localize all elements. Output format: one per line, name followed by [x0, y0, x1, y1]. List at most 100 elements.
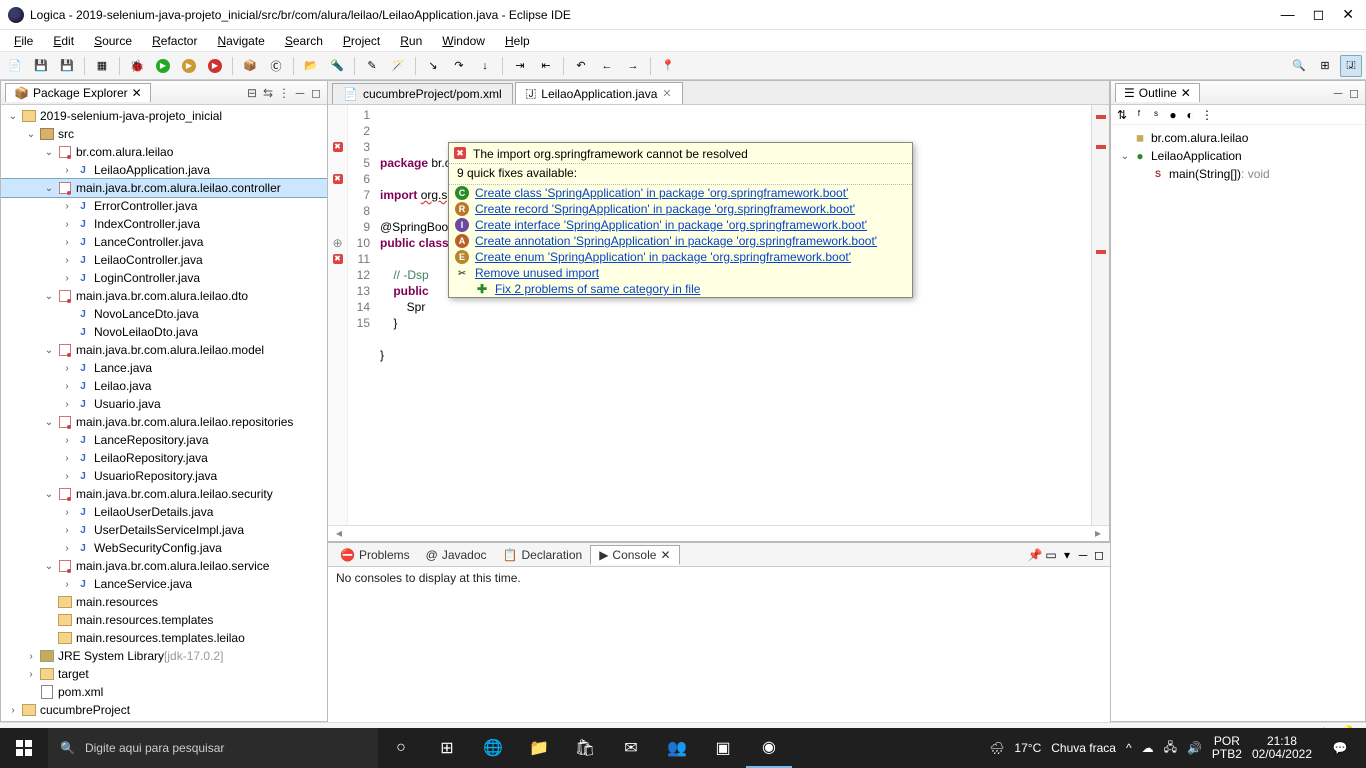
back-button[interactable]: ←	[596, 55, 618, 77]
menu-file[interactable]: File	[4, 32, 43, 50]
tree-item[interactable]: ›UserDetailsServiceImpl.java	[1, 521, 327, 539]
twist-icon[interactable]: ›	[59, 399, 75, 410]
minimize-button[interactable]: —	[1281, 6, 1295, 23]
tree-item[interactable]: ›target	[1, 665, 327, 683]
fwd-button[interactable]: →	[622, 55, 644, 77]
tree-item[interactable]: NovoLanceDto.java	[1, 305, 327, 323]
view-menu-icon[interactable]: ⋮	[277, 86, 291, 100]
new-button[interactable]: 📄	[4, 55, 26, 77]
link-editor-icon[interactable]: ⇆	[261, 86, 275, 100]
menu-project[interactable]: Project	[333, 32, 390, 50]
tray-chevron-icon[interactable]: ^	[1126, 741, 1132, 755]
tree-item[interactable]: ⌄src	[1, 125, 327, 143]
tree-item[interactable]: ›LanceService.java	[1, 575, 327, 593]
quickfix-item[interactable]: ECreate enum 'SpringApplication' in pack…	[449, 249, 912, 265]
tree-item[interactable]: pom.xml	[1, 683, 327, 701]
close-icon[interactable]: ✕	[662, 87, 671, 100]
cortana-icon[interactable]: ○	[378, 728, 424, 768]
maximize-view-icon[interactable]: ◻	[309, 86, 323, 100]
twist-icon[interactable]: ›	[59, 435, 75, 446]
twist-icon[interactable]: ⌄	[41, 561, 57, 572]
next-ann-button[interactable]: ⇥	[509, 55, 531, 77]
outline-item[interactable]: ⌄ LeilaoApplication	[1113, 147, 1363, 165]
filter-fields-icon[interactable]: ᶠ	[1132, 108, 1146, 122]
tree-item[interactable]: ›LeilaoApplication.java	[1, 161, 327, 179]
fold-icon[interactable]: ⊕	[332, 236, 342, 250]
package-tree[interactable]: ⌄2019-selenium-java-projeto_inicial⌄src⌄…	[1, 105, 327, 721]
open-console-icon[interactable]: ▾	[1060, 548, 1074, 562]
editor-tab[interactable]: 📄cucumbreProject/pom.xml	[332, 83, 513, 104]
twist-icon[interactable]: ›	[59, 165, 75, 176]
tree-item[interactable]: main.resources	[1, 593, 327, 611]
max-outline-icon[interactable]: ◻	[1347, 86, 1361, 100]
twist-icon[interactable]: ›	[59, 525, 75, 536]
teams-icon[interactable]: 👥	[654, 728, 700, 768]
max-console-icon[interactable]: ◻	[1092, 548, 1106, 562]
twist-icon[interactable]: ›	[59, 219, 75, 230]
tree-item[interactable]: main.resources.templates.leilao	[1, 629, 327, 647]
clock[interactable]: 21:18 02/04/2022	[1252, 735, 1312, 761]
prev-ann-button[interactable]: ⇤	[535, 55, 557, 77]
error-marker-icon[interactable]: ✖	[333, 174, 343, 184]
mail-icon[interactable]: ✉	[608, 728, 654, 768]
menu-window[interactable]: Window	[432, 32, 495, 50]
outline-item[interactable]: br.com.alura.leilao	[1113, 129, 1363, 147]
filter-local-icon[interactable]: ◐	[1183, 108, 1197, 122]
editor-tab[interactable]: 🇯LeilaoApplication.java✕	[515, 82, 683, 104]
tree-item[interactable]: ⌄main.java.br.com.alura.leilao.model	[1, 341, 327, 359]
outline-menu-icon[interactable]: ⋮	[1200, 108, 1214, 122]
tree-item[interactable]: ⌄main.java.br.com.alura.leilao.dto	[1, 287, 327, 305]
step-button[interactable]: ↘	[422, 55, 444, 77]
tree-item[interactable]: ›JRE System Library [jdk-17.0.2]	[1, 647, 327, 665]
save-button[interactable]: 💾	[30, 55, 52, 77]
min-console-icon[interactable]: ─	[1076, 548, 1090, 562]
start-button[interactable]	[0, 728, 48, 768]
package-explorer-tab[interactable]: 📦 Package Explorer ✕	[5, 83, 151, 102]
close-icon[interactable]: ✕	[1181, 86, 1191, 100]
quickfix-item[interactable]: ACreate annotation 'SpringApplication' i…	[449, 233, 912, 249]
quickfix-item[interactable]: CCreate class 'SpringApplication' in pac…	[449, 185, 912, 201]
menu-run[interactable]: Run	[390, 32, 432, 50]
coverage-button[interactable]: ▶	[178, 55, 200, 77]
network-icon[interactable]: 🖧	[1164, 738, 1177, 759]
close-button[interactable]: ✕	[1342, 6, 1354, 23]
volume-icon[interactable]: 🔊	[1187, 741, 1202, 755]
tree-item[interactable]: ›ErrorController.java	[1, 197, 327, 215]
quickfix-item[interactable]: Fix 2 problems of same category in file	[449, 281, 912, 297]
twist-icon[interactable]: ›	[59, 579, 75, 590]
quickfix-item[interactable]: ICreate interface 'SpringApplication' in…	[449, 217, 912, 233]
eclipse-task-icon[interactable]: ◉	[746, 728, 792, 768]
search-button[interactable]: 🔦	[326, 55, 348, 77]
error-marker-icon[interactable]: ✖	[333, 254, 343, 264]
outline-item[interactable]: main(String[]) : void	[1113, 165, 1363, 183]
twist-icon[interactable]: ›	[59, 273, 75, 284]
tree-item[interactable]: ›IndexController.java	[1, 215, 327, 233]
terminal-icon[interactable]: ▣	[700, 728, 746, 768]
edge-icon[interactable]: 🌐	[470, 728, 516, 768]
tree-item[interactable]: ›LeilaoController.java	[1, 251, 327, 269]
tree-item[interactable]: ⌄main.java.br.com.alura.leilao.security	[1, 485, 327, 503]
step-over-button[interactable]: ↷	[448, 55, 470, 77]
menu-refactor[interactable]: Refactor	[142, 32, 207, 50]
maximize-button[interactable]: ◻	[1313, 6, 1325, 23]
toggle-mark-button[interactable]: ✎	[361, 55, 383, 77]
menu-help[interactable]: Help	[495, 32, 540, 50]
display-console-icon[interactable]: ▭	[1044, 548, 1058, 562]
twist-icon[interactable]: ›	[59, 201, 75, 212]
run-button[interactable]: ▶	[152, 55, 174, 77]
tree-item[interactable]: ›LeilaoUserDetails.java	[1, 503, 327, 521]
twist-icon[interactable]: ›	[59, 471, 75, 482]
quickfix-item[interactable]: RCreate record 'SpringApplication' in pa…	[449, 201, 912, 217]
tree-item[interactable]: ⌄main.java.br.com.alura.leilao.controlle…	[1, 179, 327, 197]
quickfix-item[interactable]: ✂Remove unused import	[449, 265, 912, 281]
twist-icon[interactable]: ⌄	[41, 183, 57, 194]
menu-edit[interactable]: Edit	[43, 32, 84, 50]
filter-static-icon[interactable]: ˢ	[1149, 108, 1163, 122]
twist-icon[interactable]: ›	[59, 363, 75, 374]
twist-icon[interactable]: ›	[5, 705, 21, 716]
pin-button[interactable]: 📍	[657, 55, 679, 77]
tree-item[interactable]: ›Leilao.java	[1, 377, 327, 395]
new-class-button[interactable]: Ⓒ	[265, 55, 287, 77]
twist-icon[interactable]: ⌄	[41, 345, 57, 356]
tree-item[interactable]: ›cucumbreProject	[1, 701, 327, 719]
